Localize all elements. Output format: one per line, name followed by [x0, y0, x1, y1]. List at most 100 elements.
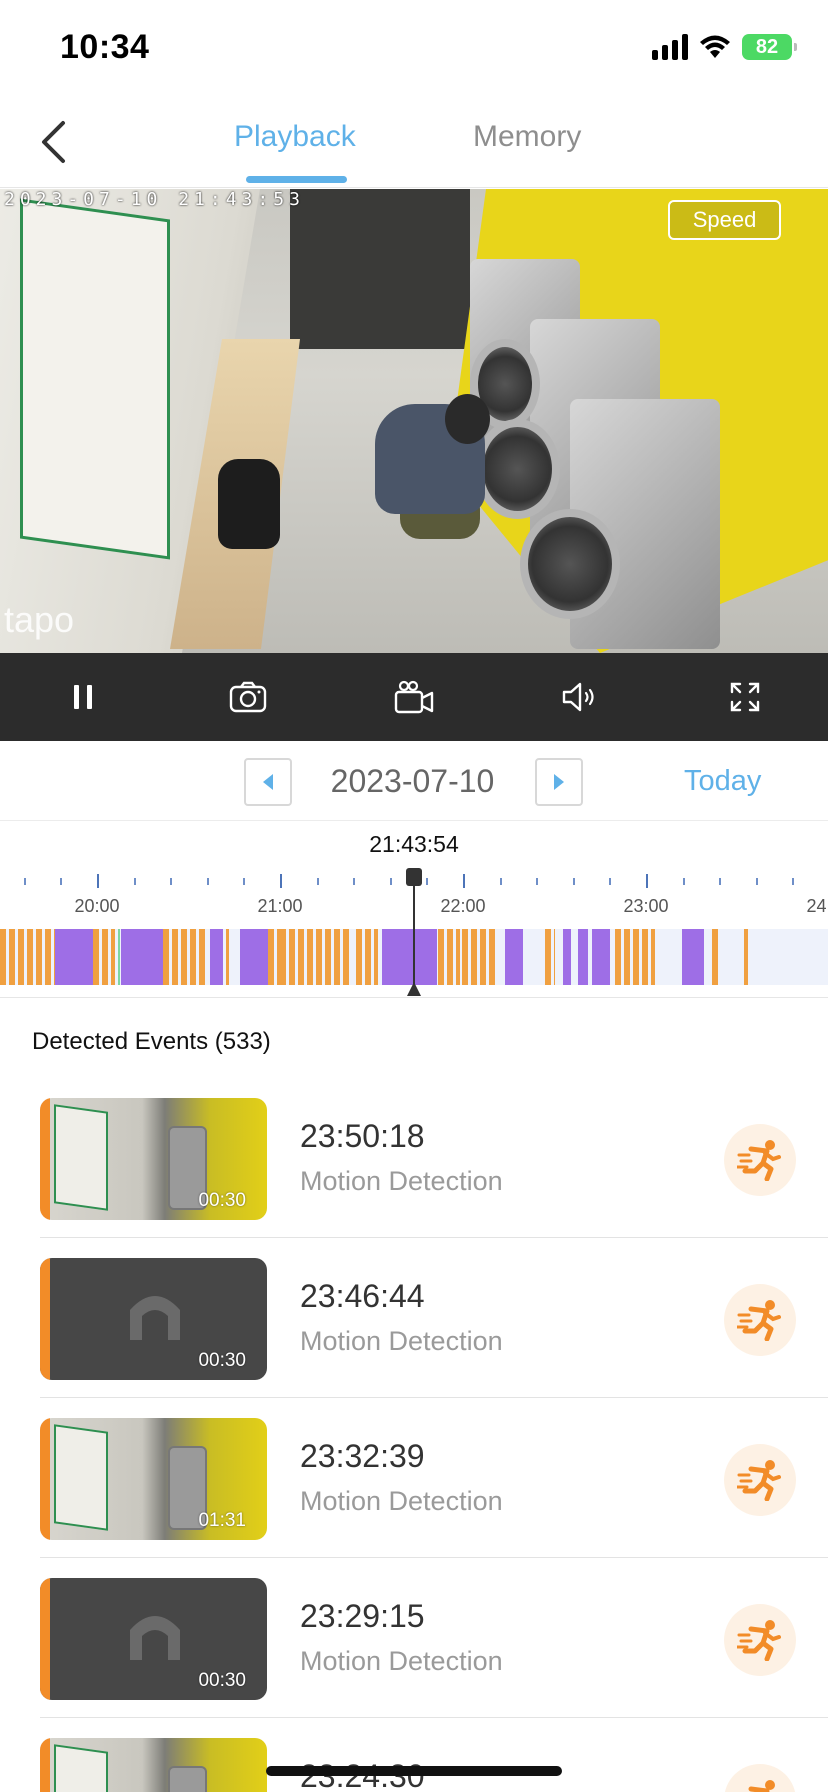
event-duration: 00:30 [198, 1350, 246, 1371]
timeline-tick-label: 21:00 [257, 896, 303, 916]
event-type: Motion Detection [300, 1326, 503, 1356]
fullscreen-button[interactable] [715, 667, 775, 727]
motion-event-segment[interactable] [438, 929, 460, 985]
home-placeholder-icon [130, 1296, 180, 1340]
video-player[interactable]: 2023-07-10 21:43:53 tapo Speed [0, 189, 828, 653]
motion-detection-badge [724, 1604, 796, 1676]
motion-event-segment[interactable] [280, 929, 352, 985]
timeline-minor-tick [389, 878, 392, 885]
motion-event-segment[interactable] [615, 929, 655, 985]
event-list-item[interactable]: 00:30 23:46:44 Motion Detection [0, 1238, 828, 1398]
person-event-segment[interactable] [505, 929, 523, 985]
timeline-minor-tick [572, 878, 575, 885]
speed-button[interactable]: Speed [668, 200, 781, 240]
tab-playback[interactable]: Playback [234, 120, 356, 154]
timeline-major-tick [463, 874, 465, 888]
other-event-segment[interactable] [118, 929, 120, 985]
back-button[interactable] [28, 116, 78, 168]
motion-event-segment[interactable] [163, 929, 208, 985]
next-day-button[interactable] [535, 758, 583, 806]
event-thumbnail[interactable] [40, 1738, 267, 1792]
event-list-item[interactable]: 01:31 23:32:39 Motion Detection [0, 1398, 828, 1558]
cellular-signal-icon [652, 34, 688, 60]
tab-memory[interactable]: Memory [473, 120, 581, 154]
timeline-major-tick [280, 874, 282, 888]
person-event-segment[interactable] [563, 929, 571, 985]
pause-button[interactable] [53, 667, 113, 727]
motion-event-segment[interactable] [226, 929, 229, 985]
event-list-item[interactable]: 23:24:30Motion Detection [0, 1718, 828, 1792]
chevron-left-icon [42, 121, 65, 163]
motion-detection-badge [724, 1284, 796, 1356]
timeline-minor-tick [133, 878, 136, 885]
home-indicator [266, 1766, 562, 1776]
event-thumbnail-image [40, 1738, 267, 1792]
previous-day-button[interactable] [244, 758, 292, 806]
video-record-icon [394, 680, 434, 714]
motion-event-segment[interactable] [356, 929, 378, 985]
battery-icon: 82 [742, 34, 797, 60]
timeline-minor-tick [353, 878, 356, 885]
person-event-segment[interactable] [382, 929, 437, 985]
status-bar: 10:34 82 [0, 0, 828, 96]
motion-event-segment[interactable] [744, 929, 748, 985]
fullscreen-icon [730, 682, 760, 712]
event-type-marker [40, 1098, 50, 1220]
event-thumbnail[interactable]: 01:31 [40, 1418, 267, 1540]
timeline-minor-tick [719, 878, 722, 885]
triangle-left-icon [263, 774, 273, 790]
event-list-item[interactable]: 00:30 23:50:18 Motion Detection [0, 1078, 828, 1238]
playhead[interactable] [413, 868, 415, 996]
camera-icon [230, 681, 267, 713]
motion-detection-badge [724, 1764, 796, 1792]
motion-event-segment[interactable] [462, 929, 498, 985]
person-event-segment[interactable] [578, 929, 588, 985]
timeline-major-tick [646, 874, 648, 888]
timeline-minor-tick [206, 878, 209, 885]
timeline[interactable]: 21:43:54 20:0021:0022:0023:0024:00 [0, 822, 828, 998]
playback-controls [0, 653, 828, 741]
event-type: Motion Detection [300, 1166, 503, 1196]
timeline-minor-tick [682, 878, 685, 885]
person-event-segment[interactable] [210, 929, 223, 985]
motion-event-segment[interactable] [93, 929, 115, 985]
motion-detection-badge [724, 1444, 796, 1516]
motion-event-segment[interactable] [712, 929, 718, 985]
snapshot-button[interactable] [218, 667, 278, 727]
timeline-minor-tick [23, 878, 26, 885]
event-type: Motion Detection [300, 1486, 503, 1516]
current-date[interactable]: 2023-07-10 [290, 763, 535, 800]
running-person-icon [737, 1460, 781, 1501]
triangle-right-icon [554, 774, 564, 790]
event-type-marker [40, 1578, 50, 1700]
event-time: 23:50:18 [300, 1118, 425, 1154]
active-tab-indicator [246, 176, 347, 183]
event-thumbnail[interactable]: 00:30 [40, 1578, 267, 1700]
event-thumbnail[interactable]: 00:30 [40, 1098, 267, 1220]
timeline-minor-tick [536, 878, 539, 885]
header: Playback Memory [0, 96, 828, 188]
record-button[interactable] [384, 667, 444, 727]
event-type-marker [40, 1738, 50, 1792]
today-button[interactable]: Today [684, 765, 761, 798]
person-event-segment[interactable] [55, 929, 93, 985]
person-event-segment[interactable] [592, 929, 610, 985]
event-time: 23:29:15 [300, 1598, 425, 1634]
timeline-tick-label: 24:00 [806, 896, 828, 916]
timeline-minor-tick [426, 878, 429, 885]
person-event-segment[interactable] [121, 929, 163, 985]
event-thumbnail[interactable]: 00:30 [40, 1258, 267, 1380]
event-type-marker [40, 1258, 50, 1380]
event-list-item[interactable]: 00:30 23:29:15 Motion Detection [0, 1558, 828, 1718]
person-event-segment[interactable] [682, 929, 704, 985]
status-icons: 82 [652, 34, 797, 60]
person-event-segment[interactable] [240, 929, 268, 985]
backpack [218, 459, 280, 549]
battery-level: 82 [755, 35, 779, 58]
speaker-icon [562, 682, 594, 712]
audio-button[interactable] [550, 667, 610, 727]
motion-event-segment[interactable] [0, 929, 55, 985]
motion-event-segment[interactable] [545, 929, 555, 985]
timeline-minor-tick [170, 878, 173, 885]
playhead-handle[interactable] [406, 868, 422, 886]
